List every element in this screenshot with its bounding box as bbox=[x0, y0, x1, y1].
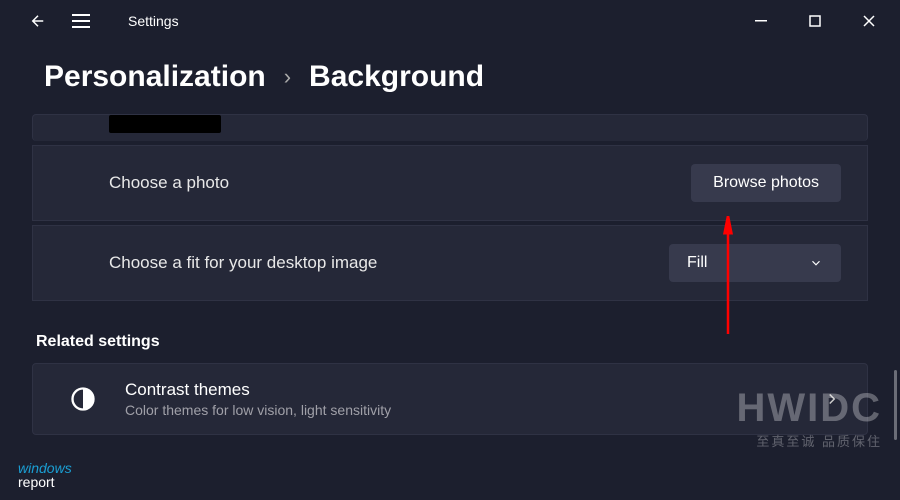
chevron-right-icon: › bbox=[284, 64, 291, 90]
watermark-wr-line1: windows bbox=[18, 461, 72, 476]
fit-dropdown-value: Fill bbox=[687, 254, 707, 272]
scrollbar[interactable] bbox=[894, 370, 897, 440]
menu-button[interactable] bbox=[72, 11, 92, 31]
choose-fit-label: Choose a fit for your desktop image bbox=[109, 253, 377, 273]
content-area: Choose a photo Browse photos Choose a fi… bbox=[0, 114, 900, 435]
breadcrumb-parent[interactable]: Personalization bbox=[44, 60, 266, 94]
window-controls bbox=[738, 5, 892, 37]
breadcrumb-current: Background bbox=[309, 60, 484, 94]
close-button[interactable] bbox=[846, 5, 892, 37]
minimize-button[interactable] bbox=[738, 5, 784, 37]
choose-photo-label: Choose a photo bbox=[109, 173, 229, 193]
close-icon bbox=[863, 15, 875, 27]
chevron-right-icon bbox=[823, 390, 841, 408]
fit-dropdown[interactable]: Fill bbox=[669, 244, 841, 282]
preview-row bbox=[32, 114, 868, 141]
choose-fit-row: Choose a fit for your desktop image Fill bbox=[32, 225, 868, 301]
contrast-themes-row[interactable]: Contrast themes Color themes for low vis… bbox=[32, 363, 868, 435]
minimize-icon bbox=[755, 15, 767, 27]
browse-photos-button[interactable]: Browse photos bbox=[691, 164, 841, 202]
preview-thumbnail[interactable] bbox=[109, 115, 221, 133]
titlebar-left: Settings bbox=[8, 11, 179, 31]
maximize-button[interactable] bbox=[792, 5, 838, 37]
arrow-left-icon bbox=[29, 12, 47, 30]
watermark-wr-line2: report bbox=[18, 475, 72, 490]
choose-photo-row: Choose a photo Browse photos bbox=[32, 145, 868, 221]
contrast-icon bbox=[69, 385, 97, 413]
chevron-down-icon bbox=[809, 256, 823, 270]
related-settings-header: Related settings bbox=[32, 301, 868, 363]
window-title: Settings bbox=[128, 13, 179, 29]
breadcrumb: Personalization › Background bbox=[0, 42, 900, 114]
back-button[interactable] bbox=[28, 11, 48, 31]
contrast-title: Contrast themes bbox=[125, 380, 795, 400]
contrast-subtitle: Color themes for low vision, light sensi… bbox=[125, 402, 795, 418]
titlebar: Settings bbox=[0, 0, 900, 42]
maximize-icon bbox=[809, 15, 821, 27]
contrast-text: Contrast themes Color themes for low vis… bbox=[125, 380, 795, 418]
watermark-windows-report: windows report bbox=[18, 461, 72, 490]
